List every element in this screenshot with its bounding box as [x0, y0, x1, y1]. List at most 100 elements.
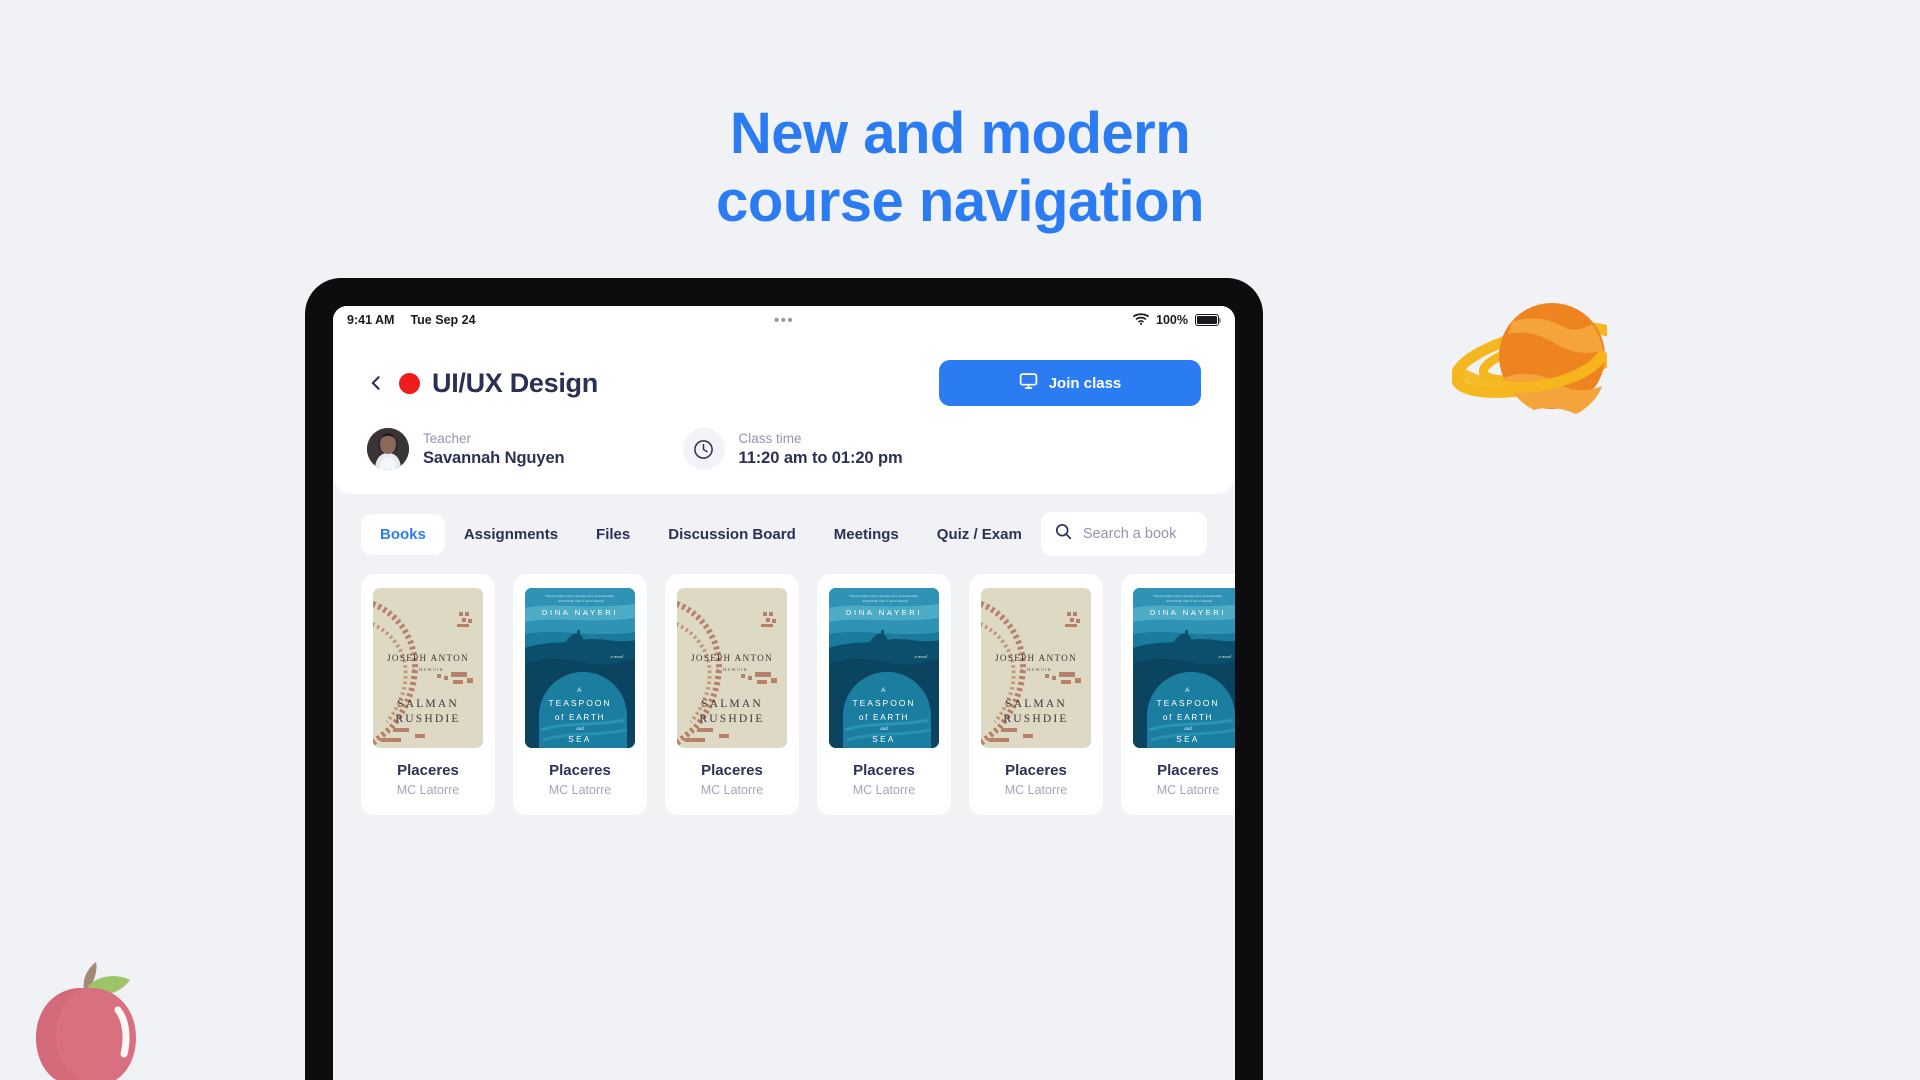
- book-author: MC Latorre: [700, 783, 764, 797]
- svg-text:SEA: SEA: [1176, 735, 1200, 744]
- status-dots-indicator: •••: [773, 311, 795, 329]
- svg-text:and: and: [880, 727, 888, 732]
- svg-text:SALMAN: SALMAN: [1005, 698, 1067, 710]
- tab-assignments[interactable]: Assignments: [445, 514, 577, 555]
- page-headline: New and modern course navigation: [0, 100, 1920, 237]
- book-card[interactable]: "Fiercely imagined, lyrical, captivating…: [1121, 574, 1235, 815]
- book-cover: JOSEPH ANTON A MEMOIR SALMAN RUSHDIE: [981, 588, 1091, 748]
- book-cover: "Fiercely imagined, lyrical, captivating…: [525, 588, 635, 748]
- status-bar: 9:41 AM Tue Sep 24 ••• 100%: [333, 306, 1235, 334]
- svg-text:SEA: SEA: [872, 735, 896, 744]
- svg-text:TEASPOON: TEASPOON: [1157, 698, 1220, 708]
- headline-line-1: New and modern: [729, 101, 1191, 166]
- book-title: Placeres: [1005, 762, 1067, 779]
- svg-text:JOSEPH ANTON: JOSEPH ANTON: [387, 653, 469, 663]
- svg-text:A MEMOIR: A MEMOIR: [716, 667, 748, 672]
- status-time: 9:41 AM: [347, 313, 395, 327]
- svg-text:a novel: a novel: [915, 654, 929, 659]
- svg-text:of EARTH: of EARTH: [859, 713, 909, 722]
- svg-text:DINA NAYERI: DINA NAYERI: [542, 608, 618, 617]
- svg-text:a novel: a novel: [611, 654, 625, 659]
- status-date: Tue Sep 24: [410, 313, 476, 327]
- svg-text:SALMAN: SALMAN: [701, 698, 763, 710]
- book-cover: JOSEPH ANTON A MEMOIR SALMAN RUSHDIE: [373, 588, 483, 748]
- tab-discussion-board[interactable]: Discussion Board: [649, 514, 815, 555]
- course-header-top-row: UI/UX Design Join class: [367, 360, 1201, 406]
- search-box[interactable]: [1040, 512, 1207, 556]
- svg-text:TEASPOON: TEASPOON: [853, 698, 916, 708]
- search-icon: [1055, 523, 1072, 545]
- search-input[interactable]: [1082, 526, 1193, 542]
- tab-files[interactable]: Files: [577, 514, 649, 555]
- clock-icon: [682, 428, 725, 470]
- tab-quiz-exam[interactable]: Quiz / Exam: [918, 514, 1041, 555]
- headline-line-2: course navigation: [716, 169, 1204, 235]
- join-class-button[interactable]: Join class: [939, 360, 1201, 406]
- svg-text:"Fiercely imagined, lyrical, c: "Fiercely imagined, lyrical, captivating…: [849, 595, 918, 598]
- svg-text:and: and: [576, 727, 584, 732]
- book-card[interactable]: "Fiercely imagined, lyrical, captivating…: [513, 574, 647, 815]
- wifi-icon: [1133, 312, 1149, 328]
- svg-text:SALMAN: SALMAN: [397, 698, 459, 710]
- teacher-block: Teacher Savannah Nguyen: [367, 428, 565, 470]
- book-author: MC Latorre: [1156, 783, 1220, 797]
- presentation-screen-icon: [1019, 372, 1038, 394]
- book-title: Placeres: [1157, 762, 1219, 779]
- svg-text:RUSHDIE: RUSHDIE: [699, 713, 764, 725]
- svg-text:RUSHDIE: RUSHDIE: [395, 713, 460, 725]
- apple-illustration: [22, 960, 140, 1080]
- page-title: UI/UX Design: [432, 367, 598, 398]
- book-card[interactable]: JOSEPH ANTON A MEMOIR SALMAN RUSHDIE Pla…: [969, 574, 1103, 815]
- svg-text:A MEMOIR: A MEMOIR: [412, 667, 444, 672]
- tab-meetings[interactable]: Meetings: [815, 514, 918, 555]
- svg-text:A: A: [577, 687, 583, 694]
- tablet-device-frame: 9:41 AM Tue Sep 24 ••• 100% UI/UX Design…: [305, 278, 1263, 1080]
- svg-text:JOSEPH ANTON: JOSEPH ANTON: [691, 653, 773, 663]
- book-title: Placeres: [853, 762, 915, 779]
- book-title: Placeres: [397, 762, 459, 779]
- teacher-label: Teacher: [423, 430, 472, 446]
- svg-text:TEASPOON: TEASPOON: [549, 698, 612, 708]
- svg-text:of EARTH: of EARTH: [1163, 713, 1213, 722]
- saturn-planet-illustration: [1450, 286, 1626, 426]
- svg-text:"Fiercely imagined, lyrical, c: "Fiercely imagined, lyrical, captivating…: [1153, 595, 1222, 598]
- book-cover: JOSEPH ANTON A MEMOIR SALMAN RUSHDIE: [677, 588, 787, 748]
- teacher-name: Savannah Nguyen: [423, 448, 565, 467]
- tab-books[interactable]: Books: [361, 513, 445, 555]
- book-cover: "Fiercely imagined, lyrical, captivating…: [1133, 588, 1235, 748]
- svg-text:"Fiercely imagined, lyrical, c: "Fiercely imagined, lyrical, captivating…: [545, 595, 614, 598]
- svg-text:SEA: SEA: [568, 735, 592, 744]
- course-status-dot: [399, 372, 420, 394]
- book-author: MC Latorre: [548, 783, 612, 797]
- tablet-screen: 9:41 AM Tue Sep 24 ••• 100% UI/UX Design…: [333, 306, 1235, 1080]
- course-header-card: UI/UX Design Join class Teacher Savannah…: [333, 334, 1235, 494]
- svg-text:a novel: a novel: [1219, 654, 1233, 659]
- book-author: MC Latorre: [852, 783, 916, 797]
- book-author: MC Latorre: [396, 783, 460, 797]
- class-time-block: Class time 11:20 am to 01:20 pm: [565, 428, 903, 470]
- svg-text:JOSEPH ANTON: JOSEPH ANTON: [995, 653, 1077, 663]
- svg-text:of EARTH: of EARTH: [555, 713, 605, 722]
- svg-text:DINA NAYERI: DINA NAYERI: [1150, 608, 1226, 617]
- svg-text:A: A: [881, 687, 887, 694]
- svg-text:—JEAN KWOK, author of Girl in: —JEAN KWOK, author of Girl in Translatio…: [1163, 600, 1213, 603]
- book-cover: "Fiercely imagined, lyrical, captivating…: [829, 588, 939, 748]
- svg-text:DINA NAYERI: DINA NAYERI: [846, 608, 922, 617]
- svg-text:RUSHDIE: RUSHDIE: [1003, 713, 1068, 725]
- svg-text:—JEAN KWOK, author of Girl in: —JEAN KWOK, author of Girl in Translatio…: [555, 600, 605, 603]
- book-card[interactable]: JOSEPH ANTON A MEMOIR SALMAN RUSHDIE Pla…: [361, 574, 495, 815]
- battery-percent-label: 100%: [1156, 313, 1188, 327]
- class-time-label: Class time: [738, 430, 802, 446]
- join-class-label: Join class: [1048, 374, 1122, 392]
- teacher-avatar: [367, 428, 409, 470]
- book-title: Placeres: [701, 762, 763, 779]
- svg-text:and: and: [1184, 727, 1192, 732]
- book-author: MC Latorre: [1004, 783, 1068, 797]
- class-time-value: 11:20 am to 01:20 pm: [738, 448, 903, 467]
- svg-text:A: A: [1185, 687, 1191, 694]
- book-card[interactable]: "Fiercely imagined, lyrical, captivating…: [817, 574, 951, 815]
- book-card[interactable]: JOSEPH ANTON A MEMOIR SALMAN RUSHDIE Pla…: [665, 574, 799, 815]
- svg-text:—JEAN KWOK, author of Girl in: —JEAN KWOK, author of Girl in Translatio…: [859, 600, 909, 603]
- chevron-left-icon[interactable]: [367, 374, 385, 392]
- course-tabs: Books Assignments Files Discussion Board…: [333, 494, 1235, 556]
